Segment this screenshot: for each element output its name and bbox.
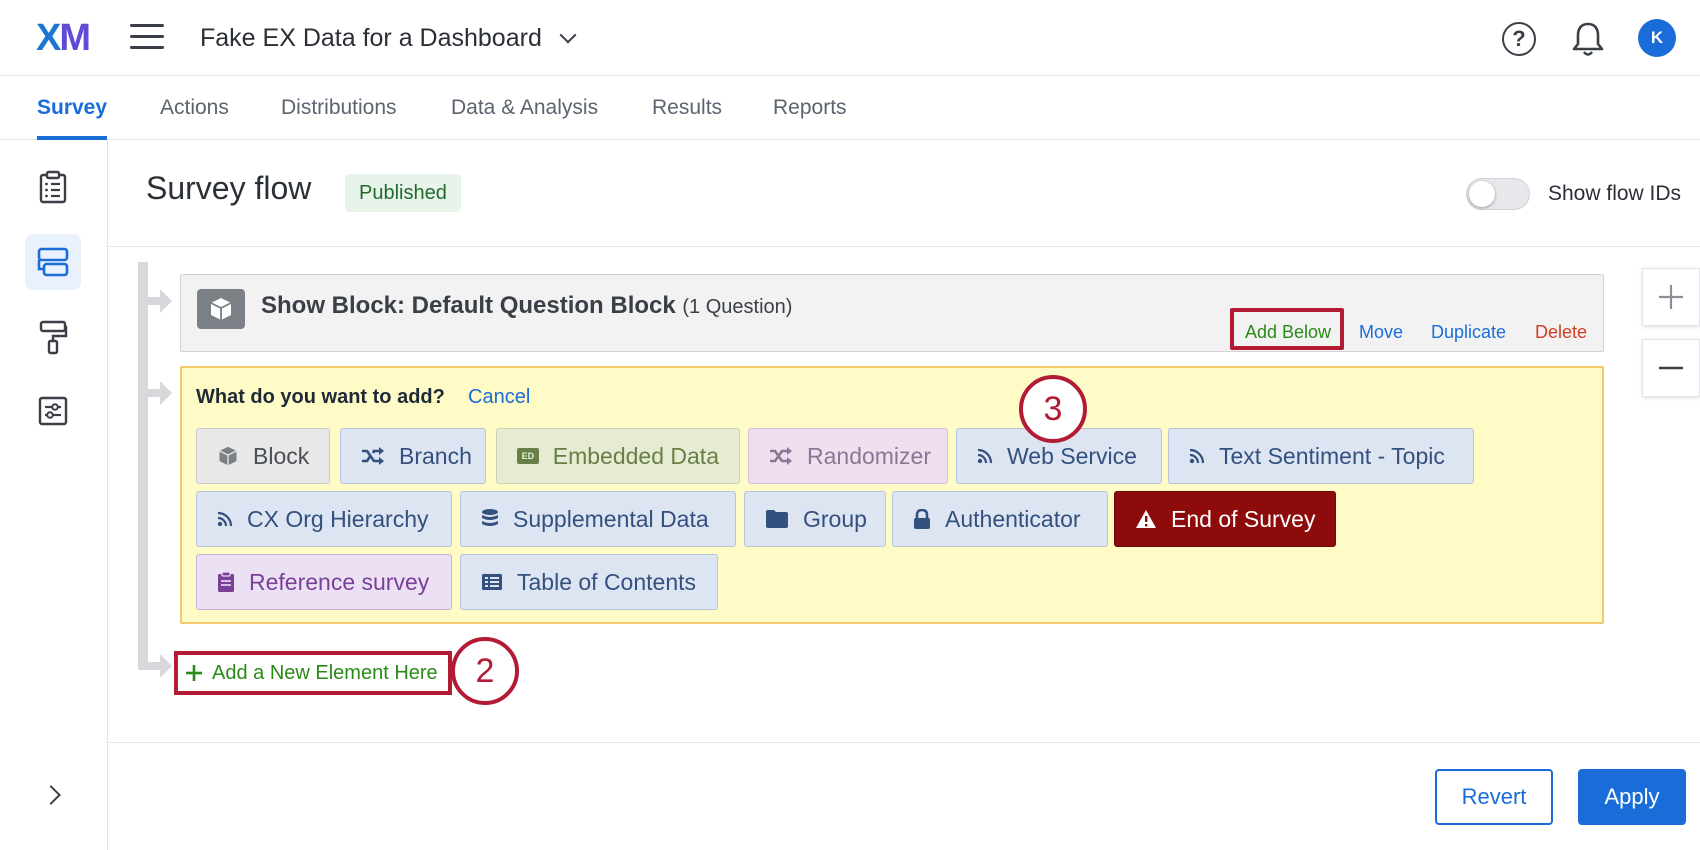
tab-distributions[interactable]: Distributions [281, 76, 397, 140]
plus-icon [186, 665, 202, 681]
add-below-highlight [1230, 308, 1344, 350]
add-group-label: Group [803, 505, 867, 532]
project-selector[interactable]: Fake EX Data for a Dashboard [200, 22, 577, 54]
lock-icon [914, 509, 930, 529]
add-reference-survey-button[interactable]: Reference survey [196, 554, 452, 610]
callout-badge: 3 [1019, 375, 1087, 443]
add-randomizer-button[interactable]: Randomizer [748, 428, 948, 484]
add-cx-org-hierarchy-button[interactable]: CX Org Hierarchy [196, 491, 452, 547]
flow-connector [138, 262, 148, 670]
add-embedded-data-button[interactable]: ED Embedded Data [496, 428, 740, 484]
callout-badge: 2 [451, 637, 519, 705]
add-new-element-link[interactable]: Add a New Element Here [174, 651, 452, 695]
divider [108, 742, 1700, 743]
add-text-sentiment-button[interactable]: Text Sentiment - Topic [1168, 428, 1474, 484]
cancel-link[interactable]: Cancel [468, 384, 530, 410]
top-bar: XM Fake EX Data for a Dashboard ? K [0, 0, 1700, 76]
block-question-count: (1 Question) [682, 296, 793, 318]
flow-block-card: Show Block: Default Question Block (1 Qu… [180, 274, 1604, 352]
rss-icon [1189, 448, 1205, 464]
paint-roller-icon[interactable] [25, 309, 81, 365]
shuffle-icon [770, 447, 792, 465]
tab-actions[interactable]: Actions [160, 76, 229, 140]
zoom-out-icon[interactable] [1642, 339, 1700, 397]
add-authenticator-button[interactable]: Authenticator [892, 491, 1108, 547]
chevron-right-icon[interactable] [41, 785, 61, 805]
flow-arrow [148, 289, 172, 313]
block-title: Show Block: Default Question Block (1 Qu… [261, 291, 792, 322]
revert-button[interactable]: Revert [1435, 769, 1553, 825]
folder-icon [766, 510, 788, 528]
show-flow-ids-label: Show flow IDs [1548, 182, 1682, 205]
add-table-of-contents-label: Table of Contents [517, 568, 697, 595]
add-end-of-survey-label: End of Survey [1171, 505, 1316, 532]
rss-icon [977, 448, 993, 464]
clipboard-icon[interactable] [25, 159, 81, 215]
add-branch-button[interactable]: Branch [340, 428, 486, 484]
add-table-of-contents-button[interactable]: Table of Contents [460, 554, 718, 610]
survey-options-icon[interactable] [25, 383, 81, 439]
add-element-prompt: What do you want to add? [196, 386, 445, 408]
delete-link[interactable]: Delete [1535, 321, 1587, 343]
move-link[interactable]: Move [1359, 321, 1403, 343]
hamburger-menu-icon[interactable] [130, 24, 164, 52]
add-supplemental-data-button[interactable]: Supplemental Data [460, 491, 736, 547]
bell-icon[interactable] [1570, 20, 1606, 58]
status-badge: Published [345, 174, 461, 212]
survey-flow-icon[interactable] [25, 234, 81, 290]
add-authenticator-label: Authenticator [945, 505, 1081, 532]
chevron-down-icon [559, 26, 577, 44]
branch-icon [362, 447, 384, 465]
add-block-label: Block [253, 442, 310, 469]
database-icon [482, 509, 498, 526]
cube-icon [197, 289, 245, 329]
divider [108, 246, 1700, 247]
tab-results[interactable]: Results [652, 76, 722, 140]
add-web-service-label: Web Service [1007, 442, 1137, 469]
tab-data-analysis[interactable]: Data & Analysis [451, 76, 598, 140]
add-supplemental-data-label: Supplemental Data [513, 505, 709, 532]
add-new-element-label: Add a New Element Here [212, 661, 438, 684]
add-end-of-survey-button[interactable]: End of Survey [1114, 491, 1336, 547]
cube-icon [219, 446, 237, 466]
list-icon [482, 574, 502, 590]
embedded-data-icon: ED [517, 448, 539, 464]
logo-m: M [59, 17, 91, 59]
rss-icon [217, 511, 233, 527]
add-cx-org-hierarchy-label: CX Org Hierarchy [247, 505, 429, 532]
add-element-panel: What do you want to add? Cancel Block Br… [180, 366, 1604, 624]
add-reference-survey-label: Reference survey [249, 568, 430, 595]
add-group-button[interactable]: Group [744, 491, 886, 547]
add-text-sentiment-label: Text Sentiment - Topic [1219, 442, 1445, 469]
add-block-button[interactable]: Block [196, 428, 330, 484]
duplicate-link[interactable]: Duplicate [1431, 321, 1506, 343]
add-randomizer-label: Randomizer [807, 442, 931, 469]
tab-survey[interactable]: Survey [37, 76, 108, 140]
warning-icon [1136, 510, 1156, 528]
apply-button[interactable]: Apply [1578, 769, 1686, 825]
left-rail [0, 140, 108, 850]
logo-x: X [36, 17, 61, 59]
add-embedded-data-label: Embedded Data [552, 442, 719, 469]
avatar[interactable]: K [1638, 19, 1676, 57]
flow-arrow [148, 654, 172, 678]
clipboard-icon [218, 571, 234, 592]
help-icon[interactable]: ? [1502, 22, 1536, 56]
show-flow-ids-toggle[interactable] [1466, 178, 1530, 210]
xm-logo[interactable]: XM [36, 17, 91, 59]
flow-arrow [148, 381, 172, 405]
zoom-in-icon[interactable] [1642, 268, 1700, 326]
block-title-text: Show Block: Default Question Block [261, 292, 676, 319]
add-branch-label: Branch [399, 442, 472, 469]
project-title: Fake EX Data for a Dashboard [200, 24, 542, 52]
tab-reports[interactable]: Reports [773, 76, 847, 140]
page-title: Survey flow [146, 170, 312, 206]
tab-bar: Survey Actions Distributions Data & Anal… [0, 76, 1700, 140]
